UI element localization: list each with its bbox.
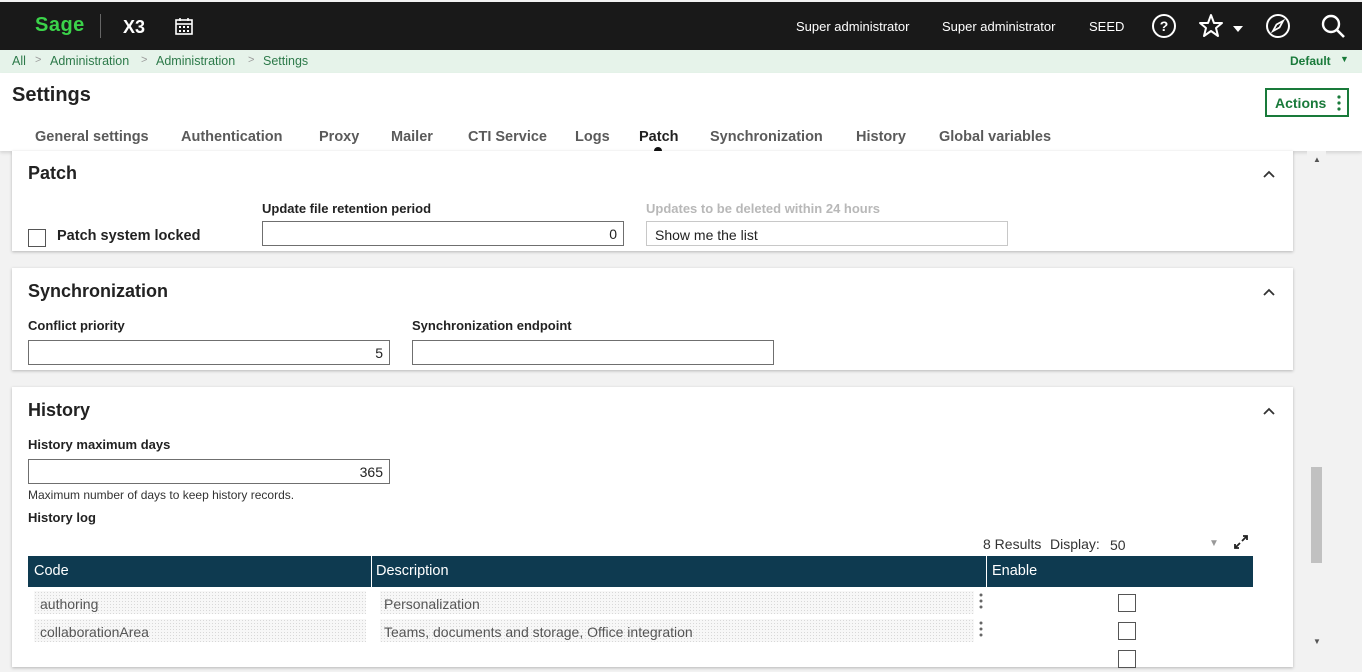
section-title: Synchronization [28,281,169,301]
actions-label: Actions [1275,95,1327,111]
breadcrumb-all[interactable]: All [12,54,26,68]
retention-label: Update file retention period [262,201,432,216]
table-row-partial [28,644,1253,672]
chevron-down-icon[interactable]: ▼ [1340,54,1349,64]
chevron-up-icon[interactable] [1262,169,1276,179]
column-enable[interactable]: Enable [992,563,1037,579]
user-menu[interactable]: Super administrator [796,19,909,34]
chevron-up-icon[interactable] [1262,406,1276,416]
tab-mailer[interactable]: Mailer [391,129,433,145]
column-divider [986,556,987,587]
calendar-icon[interactable] [175,17,193,35]
sync-endpoint-label: Synchronization endpoint [412,318,572,333]
product-name: X3 [123,17,146,37]
cell-description[interactable]: Personalization [380,591,974,614]
history-log-label: History log [28,510,96,525]
page-header: Settings Actions General settings Authen… [0,73,1362,155]
cell-code[interactable]: collaborationArea [34,619,366,642]
deleted-updates-link[interactable]: Show me the list [646,221,1008,246]
search-icon[interactable] [1320,13,1346,39]
breadcrumb-administration-2[interactable]: Administration [156,54,235,68]
patch-section: Patch Patch system locked Update file re… [12,151,1293,251]
synchronization-section: Synchronization Conflict priority 5 Sync… [12,268,1293,370]
breadcrumb-administration[interactable]: Administration [50,54,129,68]
conflict-priority-input[interactable]: 5 [28,340,390,365]
cell-description[interactable]: Teams, documents and storage, Office int… [380,619,974,642]
cell-code[interactable]: authoring [34,591,366,614]
scrollbar-thumb[interactable] [1311,467,1322,563]
column-divider [371,556,372,587]
tab-global-variables[interactable]: Global variables [939,129,1051,145]
breadcrumb-separator: > [35,54,42,66]
chevron-down-icon[interactable] [1232,24,1244,34]
sync-endpoint-input[interactable] [412,340,774,365]
tab-cti-service[interactable]: CTI Service [468,129,547,145]
expand-icon[interactable] [1233,534,1249,550]
star-icon[interactable] [1198,13,1224,39]
conflict-priority-label: Conflict priority [28,318,125,333]
patch-locked-label: Patch system locked [57,228,201,244]
table-row: collaborationArea Teams, documents and s… [28,616,1253,644]
history-max-days-help: Maximum number of days to keep history r… [28,488,295,502]
page-size-select[interactable]: 50 [1110,537,1126,553]
enable-checkbox[interactable] [1118,622,1136,640]
page-title: Settings [12,84,91,106]
more-vertical-icon[interactable] [979,621,983,637]
tab-general-settings[interactable]: General settings [35,129,149,145]
tab-patch[interactable]: Patch [639,129,679,145]
deleted-updates-label: Updates to be deleted within 24 hours [646,201,881,216]
display-label: Display: [1050,536,1100,552]
actions-button[interactable]: Actions [1265,88,1349,117]
tab-logs[interactable]: Logs [575,129,610,145]
chevron-up-icon[interactable] [1262,287,1276,297]
help-icon[interactable]: ? [1151,13,1177,39]
sage-logo[interactable]: Sage [35,14,85,37]
section-title: Patch [28,163,78,183]
breadcrumb-separator: > [141,54,148,66]
tab-authentication[interactable]: Authentication [181,129,283,145]
results-count: 8 Results [983,536,1042,552]
scroll-up-icon[interactable]: ▲ [1313,155,1321,164]
role-menu[interactable]: Super administrator [942,19,1055,34]
column-code[interactable]: Code [34,563,69,579]
history-max-days-input[interactable]: 365 [28,459,390,484]
top-bar: Sage X3 Super administrator Super admini… [0,2,1362,50]
tab-history[interactable]: History [856,129,906,145]
svg-text:?: ? [1160,18,1169,34]
view-selector[interactable]: Default [1290,54,1331,68]
table-row: authoring Personalization [28,588,1253,616]
vertical-scrollbar[interactable]: ▲ ▼ [1307,151,1326,653]
more-vertical-icon[interactable] [979,593,983,609]
scroll-down-icon[interactable]: ▼ [1313,637,1321,646]
breadcrumb: All > Administration > Administration > … [0,50,1362,73]
retention-input[interactable]: 0 [262,221,624,246]
patch-locked-checkbox[interactable] [28,229,46,247]
breadcrumb-separator: > [248,54,255,66]
tab-proxy[interactable]: Proxy [319,129,359,145]
history-section: History History maximum days 365 Maximum… [12,387,1293,668]
section-title: History [28,400,91,420]
tab-synchronization[interactable]: Synchronization [710,129,823,145]
history-max-days-label: History maximum days [28,437,171,452]
compass-icon[interactable] [1265,13,1291,39]
enable-checkbox[interactable] [1118,594,1136,612]
chevron-down-icon[interactable]: ▼ [1209,538,1219,549]
breadcrumb-settings[interactable]: Settings [263,54,308,68]
table-header: Code Description Enable [28,556,1253,587]
more-vertical-icon [1337,95,1341,111]
column-description[interactable]: Description [376,563,449,579]
folder-menu[interactable]: SEED [1089,19,1124,34]
divider [100,14,101,38]
